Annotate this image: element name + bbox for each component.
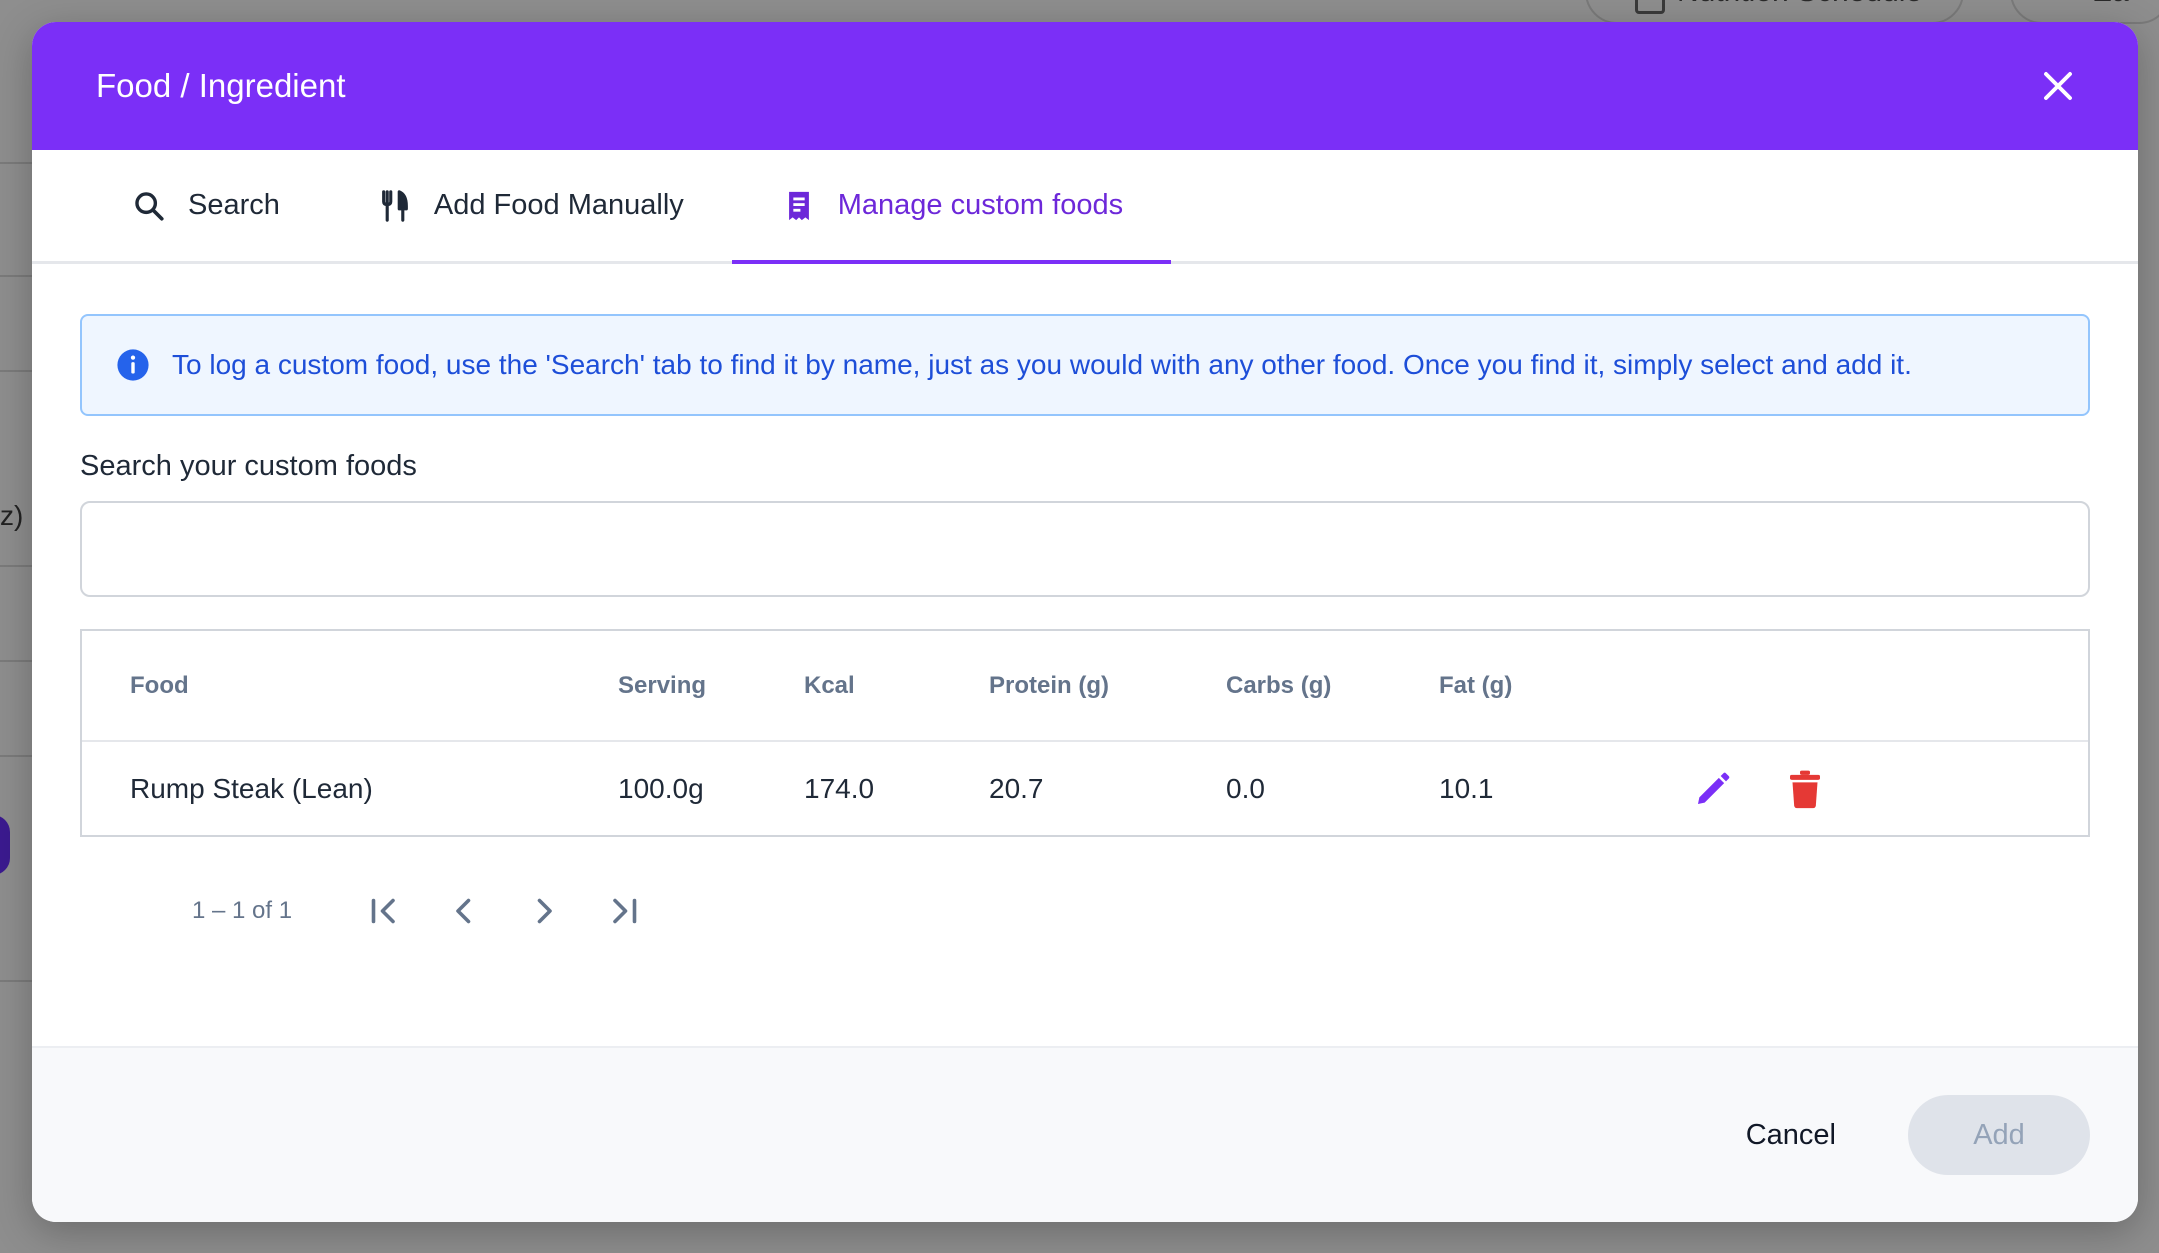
background-divider [0,565,32,567]
cell-serving: 100.0g [618,772,704,804]
column-header-serving[interactable]: Serving [618,631,804,742]
edit-button[interactable] [1693,769,1733,809]
dialog-body: To log a custom food, use the 'Search' t… [32,264,2138,985]
trash-icon [1790,770,1820,808]
next-page-button[interactable] [504,881,584,941]
dialog-header: Food / Ingredient [32,22,2138,150]
pagination-range: 1 – 1 of 1 [192,897,293,924]
column-header-fat[interactable]: Fat (g) [1439,631,1645,742]
tab-add-food-manually[interactable]: Add Food Manually [328,150,732,261]
first-page-icon [371,898,395,924]
chevron-left-icon [456,898,471,924]
column-header-food[interactable]: Food [82,631,618,742]
receipt-icon [780,187,818,225]
last-page-button[interactable] [584,881,664,941]
column-header-carbs[interactable]: Carbs (g) [1226,631,1439,742]
last-page-icon [613,898,637,924]
cell-kcal: 174.0 [804,772,875,804]
delete-button[interactable] [1785,769,1825,809]
custom-food-search-input[interactable] [80,501,2090,597]
background-chip: Ea [2010,0,2159,24]
tab-search[interactable]: Search [82,150,328,261]
column-header-protein[interactable]: Protein (g) [989,631,1226,742]
background-divider [0,162,32,164]
custom-foods-table: Food Serving Kcal Protein (g) Carbs (g) … [80,629,2090,837]
tab-label: Manage custom foods [837,189,1124,221]
checkbox-icon [1635,0,1665,14]
cell-protein: 20.7 [989,772,1044,804]
background-divider [0,275,32,277]
table-row: Rump Steak (Lean) 100.0g 174.0 20.7 0.0 … [82,741,2088,835]
table-header-row: Food Serving Kcal Protein (g) Carbs (g) … [82,631,2088,742]
cell-carbs: 0.0 [1226,772,1265,804]
dialog-footer: Cancel Add [32,1046,2138,1222]
dialog-title: Food / Ingredient [96,67,346,104]
close-button[interactable] [2034,62,2082,110]
background-chip: Nutrition Schedule [1585,0,1965,24]
background-divider [0,660,32,662]
info-banner: To log a custom food, use the 'Search' t… [80,314,2090,416]
tab-bar: Search Add Food Manually Manage custom f… [32,150,2138,264]
background-text: z) [0,500,24,531]
background-divider [0,980,32,982]
pencil-icon [1698,772,1730,804]
cell-food: Rump Steak (Lean) [130,772,373,804]
search-label: Search your custom foods [80,450,417,482]
info-text: To log a custom food, use the 'Search' t… [172,349,1912,380]
food-ingredient-dialog: Food / Ingredient Search Add Food Manual… [32,22,2138,1222]
column-header-kcal[interactable]: Kcal [804,631,989,742]
info-icon [117,349,149,381]
column-header-actions [1645,631,2088,742]
background-divider [0,755,32,757]
pagination: 1 – 1 of 1 [80,837,2090,985]
tab-label: Search [188,189,280,221]
search-icon [130,187,168,225]
background-avatar [0,815,10,875]
add-button[interactable]: Add [1908,1095,2090,1175]
tab-manage-custom-foods[interactable]: Manage custom foods [731,150,1172,264]
cancel-button[interactable]: Cancel [1712,1095,1870,1175]
previous-page-button[interactable] [424,881,504,941]
cell-fat: 10.1 [1439,772,1494,804]
chevron-right-icon [537,898,552,924]
tab-label: Add Food Manually [433,189,684,221]
close-icon [2044,72,2072,100]
background-divider [0,370,32,372]
cutlery-icon [376,187,414,225]
first-page-button[interactable] [344,881,424,941]
cell-actions [1645,741,2088,835]
